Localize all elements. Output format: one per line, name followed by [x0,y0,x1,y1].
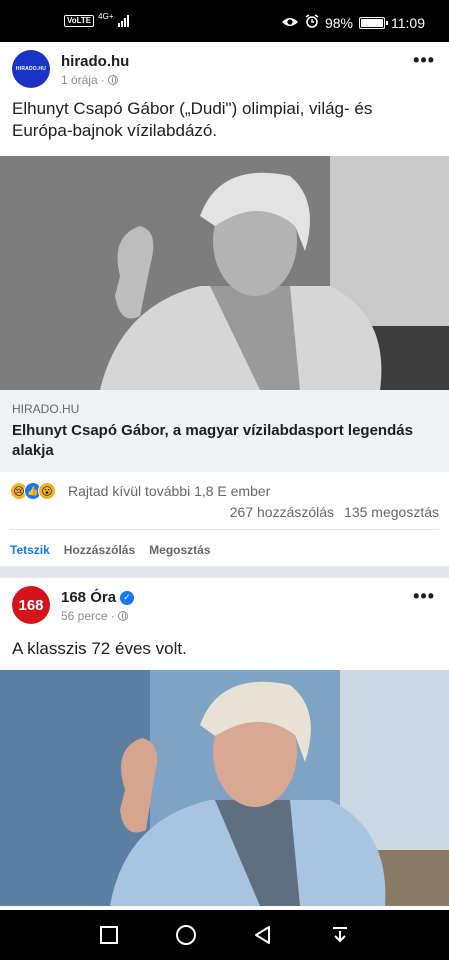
post-time[interactable]: 56 perce [61,609,108,623]
comment-button[interactable]: Hozzászólás [64,543,135,557]
avatar-text: 168 [18,596,44,614]
post-header: HIRADO.HU hirado.hu 1 órája · ••• [0,42,449,98]
author-label: hirado.hu [61,53,130,70]
reaction-icons[interactable]: 😢 👍 😮 [10,482,56,500]
verified-badge-icon: ✓ [120,590,135,605]
author-name[interactable]: 168 Óra ✓ [61,589,135,606]
battery-percent: 98% [324,14,353,31]
share-count[interactable]: 135 megosztás [344,504,439,520]
globe-icon [107,75,118,85]
post-photo[interactable] [0,670,449,906]
volte-indicator: VoLTE [64,14,95,27]
post-meta: 56 perce · [61,609,128,623]
like-button[interactable]: Tetszik [10,543,50,557]
more-options-icon[interactable]: ••• [413,586,435,607]
comment-count[interactable]: 267 hozzászólás [230,504,334,520]
link-title: Elhunyt Csapó Gábor, a magyar vízilabdas… [12,422,413,459]
status-right: 98% 11:09 [281,14,425,31]
system-navigation-bar [0,910,449,960]
share-button[interactable]: Megosztás [149,543,210,557]
feed-post: 168 168 Óra ✓ 56 perce · ••• A klasszis … [0,578,449,906]
engagement-counts: 267 hozzászólás 135 megosztás [230,504,439,520]
author-name[interactable]: hirado.hu [61,53,129,70]
dot-separator: · [110,609,115,623]
post-text: A klasszis 72 éves volt. [12,639,187,658]
portrait-illustration [0,156,449,390]
avatar-text: HIRADO.HU [15,66,47,72]
network-type: 4G+ [98,11,114,21]
link-preview[interactable]: HIRADO.HU Elhunyt Csapó Gábor, a magyar … [0,390,449,472]
post-photo[interactable] [0,156,449,390]
status-left: VoLTE 4G+ [64,11,129,27]
clock: 11:09 [391,14,425,31]
feed-post: HIRADO.HU hirado.hu 1 órája · ••• Elhuny… [0,42,449,570]
dot-separator: · [100,73,105,87]
wow-reaction-icon: 😮 [38,482,56,500]
author-label: 168 Óra [61,589,117,606]
portrait-illustration [0,670,449,906]
post-header: 168 168 Óra ✓ 56 perce · ••• [0,578,449,634]
recent-apps-icon[interactable] [97,923,121,947]
post-time[interactable]: 1 órája [61,73,98,87]
eye-icon [281,15,299,31]
signal-icon [117,14,129,27]
reactions-bar: 😢 👍 😮 Rajtad kívül további 1,8 E ember 2… [10,472,439,530]
post-actions: Tetszik Hozzászólás Megosztás [0,530,449,570]
avatar[interactable]: HIRADO.HU [12,50,50,88]
status-bar: VoLTE 4G+ 98% 11:09 [0,0,449,42]
notification-pull-icon[interactable] [328,923,352,947]
post-divider [0,566,449,578]
home-icon[interactable] [174,923,198,947]
avatar[interactable]: 168 [12,586,50,624]
post-text: Elhunyt Csapó Gábor („Dudi") olimpiai, v… [12,99,373,140]
more-options-icon[interactable]: ••• [413,50,435,71]
globe-icon [117,611,128,621]
reaction-summary[interactable]: Rajtad kívül további 1,8 E ember [68,483,270,499]
back-icon[interactable] [251,923,275,947]
alarm-icon [305,14,319,31]
link-domain: HIRADO.HU [12,402,80,416]
battery-icon [359,16,388,29]
post-meta: 1 órája · [61,73,118,87]
